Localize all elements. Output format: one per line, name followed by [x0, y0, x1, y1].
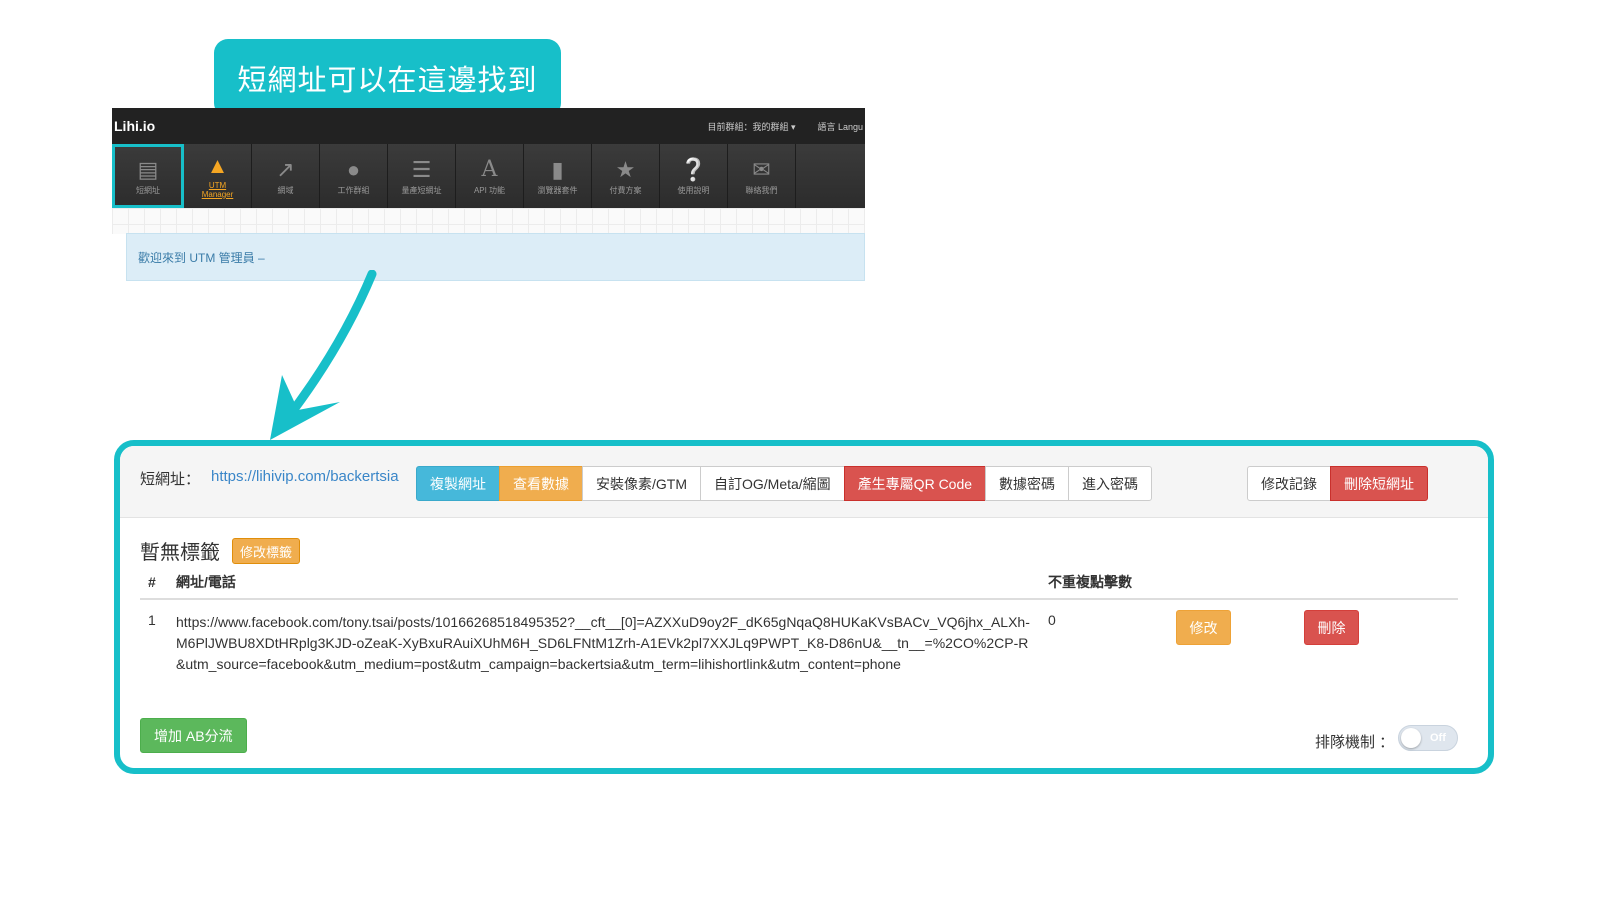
- action-toolbar: 複製網址 查看數據 安裝像素/GTM 自訂OG/Meta/縮圖 產生專屬QR C…: [416, 466, 1153, 501]
- toggle-text: Off: [1430, 732, 1446, 744]
- brand-logo[interactable]: Lihi.io: [114, 118, 155, 134]
- edit-history-button[interactable]: 修改記錄: [1247, 466, 1331, 501]
- enter-password-button[interactable]: 進入密碼: [1068, 466, 1153, 501]
- copy-url-button[interactable]: 複製網址: [416, 466, 500, 501]
- bookmark-icon: ▮: [551, 156, 564, 182]
- install-pixel-button[interactable]: 安裝像素/GTM: [582, 466, 701, 501]
- row-delete-button[interactable]: 刪除: [1304, 610, 1359, 645]
- row-edit-button[interactable]: 修改: [1176, 610, 1231, 645]
- language-selector[interactable]: 語言 Langu: [817, 120, 863, 133]
- nav-item-domain[interactable]: ↗ 網域: [252, 144, 320, 212]
- tag-title: 暫無標籤: [140, 542, 220, 564]
- mail-icon: ✉: [752, 156, 771, 182]
- app-topbar: Lihi.io 目前群組：我的群組 ▾ 語言 Langu: [112, 108, 865, 144]
- column-header-edit: [1176, 566, 1304, 600]
- nav-label: UTM Manager: [201, 181, 234, 199]
- help-icon: ❔: [679, 156, 708, 182]
- bulk-list-icon: ☰: [411, 156, 432, 182]
- table-row: 1 https://www.facebook.com/tony.tsai/pos…: [140, 599, 1458, 675]
- nav-item-contact[interactable]: ✉ 聯絡我們: [728, 144, 796, 212]
- nav-item-pricing[interactable]: ★ 付費方案: [592, 144, 660, 212]
- main-nav: ▤ 短網址 ▲ UTM Manager ↗ 網域 ● 工作群組 ☰ 量產短網址 A…: [112, 144, 865, 212]
- edit-tag-button[interactable]: 修改標籤: [232, 538, 301, 564]
- column-header-delete: [1304, 566, 1458, 600]
- users-icon: ●: [346, 156, 361, 182]
- table-header-row: # 網址/電話 不重複點擊數: [140, 566, 1458, 600]
- nav-item-bulk[interactable]: ☰ 量產短網址: [388, 144, 456, 212]
- nav-item-short-url[interactable]: ▤ 短網址: [112, 144, 184, 208]
- nav-item-utm-manager[interactable]: ▲ UTM Manager: [184, 144, 252, 208]
- data-password-button[interactable]: 數據密碼: [985, 466, 1070, 501]
- custom-og-button[interactable]: 自訂OG/Meta/縮圖: [700, 466, 845, 501]
- nav-label: 聯絡我們: [745, 185, 778, 195]
- add-ab-split-button[interactable]: 增加 AB分流: [140, 718, 247, 753]
- queue-label: 排隊機制 ：: [1315, 734, 1395, 751]
- nav-label: 短網址: [136, 185, 160, 195]
- column-header-clicks: 不重複點擊數: [1048, 566, 1176, 600]
- nav-item-workgroup[interactable]: ● 工作群組: [320, 144, 388, 212]
- panel-header: 短網址： https://lihivip.com/backertsia 複製網址…: [120, 446, 1488, 518]
- row-index: 1: [148, 612, 156, 628]
- column-header-url: 網址/電話: [176, 566, 1048, 600]
- callout-text: 短網址可以在這邊找到: [237, 63, 538, 97]
- nav-label: 使用說明: [677, 185, 710, 195]
- right-toolbar: 修改記錄 刪除短網址: [1247, 466, 1428, 501]
- topbar-right: 目前群組：我的群組 ▾ 語言 Langu: [707, 120, 863, 133]
- short-url-link[interactable]: https://lihivip.com/backertsia: [211, 468, 399, 485]
- star-icon: ★: [615, 156, 636, 182]
- utm-road-icon: ▲: [206, 153, 229, 178]
- column-header-index: #: [140, 566, 176, 600]
- grid-background: [112, 208, 865, 234]
- queue-toggle[interactable]: Off: [1398, 725, 1458, 751]
- external-link-icon: ↗: [276, 156, 295, 182]
- group-selector[interactable]: 目前群組：我的群組 ▾: [707, 120, 795, 133]
- delete-short-url-button[interactable]: 刪除短網址: [1330, 466, 1428, 501]
- nav-item-api[interactable]: A API 功能: [456, 144, 524, 212]
- nav-label: 網域: [277, 185, 294, 195]
- nav-label: API 功能: [473, 185, 506, 195]
- short-url-label: 短網址：: [140, 471, 201, 488]
- welcome-alert: 歡迎來到 UTM 管理員 –: [126, 233, 865, 281]
- nav-item-help[interactable]: ❔ 使用說明: [660, 144, 728, 212]
- row-url: https://www.facebook.com/tony.tsai/posts…: [176, 614, 1030, 672]
- pointer-arrow-icon: [270, 270, 377, 440]
- welcome-text: 歡迎來到 UTM 管理員 –: [138, 250, 265, 265]
- qr-code-button[interactable]: 產生專屬QR Code: [843, 466, 987, 501]
- nav-label: 付費方案: [609, 185, 642, 195]
- api-letter-icon: A: [481, 156, 498, 182]
- nav-label: 瀏覽器套件: [537, 185, 578, 195]
- short-url-panel: 短網址： https://lihivip.com/backertsia 複製網址…: [114, 440, 1494, 774]
- callout-bubble: 短網址可以在這邊找到: [214, 39, 561, 117]
- toggle-knob: [1401, 728, 1421, 748]
- nav-label: 工作群組: [337, 185, 370, 195]
- ab-url-table: # 網址/電話 不重複點擊數 1 https://www.facebook.co…: [140, 566, 1458, 675]
- view-stats-button[interactable]: 查看數據: [499, 466, 583, 501]
- nav-label: 量產短網址: [401, 185, 442, 195]
- list-icon: ▤: [137, 156, 159, 182]
- row-clicks: 0: [1048, 612, 1056, 628]
- nav-item-extension[interactable]: ▮ 瀏覽器套件: [524, 144, 592, 212]
